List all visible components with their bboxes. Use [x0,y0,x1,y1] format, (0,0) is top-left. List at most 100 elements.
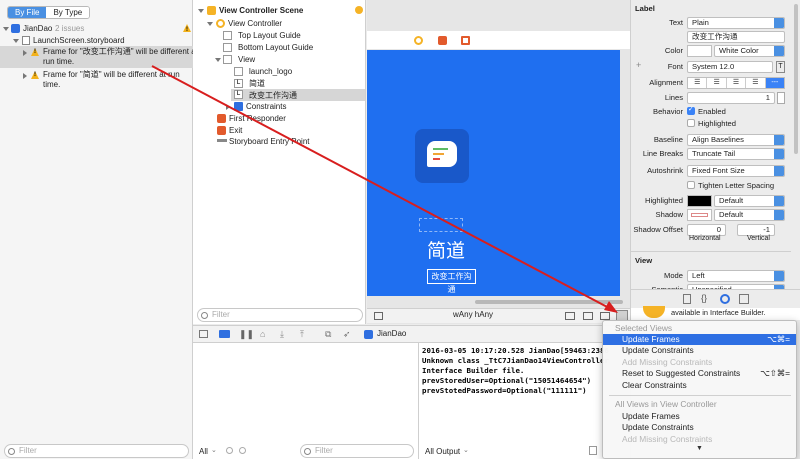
exit-icon[interactable] [461,36,470,45]
subtitle-label-selected[interactable]: 改变工作沟通 [427,269,476,294]
text-type-select[interactable]: Plain [687,17,785,29]
code-snippet-icon[interactable]: {} [701,293,707,303]
align-justify-icon[interactable]: ☰ [746,78,766,88]
disclosure-triangle-icon[interactable] [215,58,221,62]
menu-item-update-constraints[interactable]: Update Constraints [603,345,796,356]
alignment-segmented-control[interactable]: ☰ ☰ ☰ ☰ --- [687,77,785,89]
chat-bubble-icon [427,141,457,167]
enabled-checkbox[interactable] [687,105,695,115]
autoshrink-select[interactable]: Fixed Font Size [687,165,785,177]
menu-item-update-frames-all[interactable]: Update Frames [603,411,796,422]
disclosure-triangle-icon[interactable] [23,50,27,56]
disclosure-triangle-icon[interactable] [207,22,213,26]
step-out-icon[interactable]: ⤒ [300,329,304,340]
outline-toggle-icon[interactable] [374,312,383,320]
image-view-icon [234,67,243,76]
warning-icon [183,24,191,36]
disclosure-triangle-icon[interactable] [226,104,230,110]
pause-icon[interactable]: ❚❚ [239,329,254,340]
tighten-letter-spacing-checkbox[interactable] [687,181,695,189]
align-natural-icon[interactable]: --- [765,78,785,88]
highlighted-color-swatch[interactable] [687,195,712,207]
size-class-toggle[interactable]: wAny hAny [453,310,493,319]
horizontal-label: Horizontal [689,235,721,242]
info-icon[interactable] [239,447,246,454]
console-output[interactable]: 2016-03-05 10:17:20.528 JianDao[59463:23… [419,343,630,459]
trash-icon[interactable] [589,446,597,455]
color-swatch[interactable] [687,45,712,57]
outline-filter-input[interactable]: Filter [197,308,363,322]
font-picker-icon[interactable]: T [776,61,785,73]
view-controller-icon[interactable] [414,36,423,45]
storyboard-canvas[interactable]: 简道 改变工作沟通 wAny hAny [367,0,630,324]
file-template-icon[interactable] [683,294,691,304]
inspector-scrollbar[interactable] [794,4,798,154]
tab-by-file[interactable]: By File [8,7,47,18]
add-variation-icon[interactable]: + [636,60,641,70]
launch-screen-view[interactable]: 简道 改变工作沟通 [367,50,620,296]
outline-item-selected[interactable]: L 改变工作沟通 [231,89,365,101]
menu-item-update-constraints-all[interactable]: Update Constraints [603,422,796,433]
issue-item[interactable]: Frame for "改变工作沟通" will be different at … [0,46,198,68]
highlighted-checkbox[interactable] [687,119,695,127]
align-left-icon[interactable]: ☰ [688,78,708,88]
align-icon[interactable] [583,312,593,320]
disclosure-triangle-icon[interactable] [13,39,19,43]
text-content-field[interactable]: 改变工作沟通 [687,31,785,43]
scene-title: View Controller Scene [219,6,304,15]
filter-icon [201,312,208,319]
location-icon[interactable]: ➶ [343,329,351,340]
warning-dot-icon [355,6,363,14]
mode-select[interactable]: Left [687,270,785,282]
breakpoints-icon[interactable] [219,330,230,338]
lines-stepper[interactable] [777,92,785,104]
output-scope-select[interactable]: All Output [425,447,460,456]
media-library-icon[interactable] [739,294,749,304]
navigator-filter-input[interactable]: Filter [4,444,189,458]
step-over-icon[interactable]: ⌂ [260,329,265,339]
color-label: Color [664,46,683,55]
stack-icon[interactable] [565,312,575,320]
variables-scope-select[interactable]: All [199,447,208,456]
layout-guide-icon [223,43,232,52]
view-hierarchy-icon[interactable]: ⧉ [325,329,331,340]
menu-item-update-frames[interactable]: Update Frames ⌥⌘= [603,334,796,345]
lines-field[interactable]: 1 [687,92,775,104]
menu-item-reset-suggested-constraints[interactable]: Reset to Suggested Constraints ⌥⇧⌘= [603,368,796,379]
disclosure-triangle-icon[interactable] [198,9,204,13]
object-library-icon[interactable] [720,294,730,304]
launch-logo-image[interactable] [415,129,469,183]
scroll-down-indicator-icon[interactable]: ▼ [603,445,796,452]
disclosure-triangle-icon[interactable] [3,27,9,31]
autoshrink-label: Autoshrink [647,166,683,175]
baseline-select[interactable]: Align Baselines [687,134,785,146]
color-select[interactable]: White Color [714,45,785,57]
title-label[interactable]: 简道 [427,240,465,262]
shadow-color-swatch[interactable] [687,209,712,221]
file-row[interactable]: LaunchScreen.storyboard [0,35,193,46]
variables-filter-input[interactable]: Filter [300,444,414,458]
line-breaks-select[interactable]: Truncate Tail [687,148,785,160]
shadow-color-select[interactable]: Default [714,209,785,221]
step-in-icon[interactable]: ⤓ [280,329,284,340]
horizontal-scrollbar[interactable] [475,300,623,304]
shadow-label: Shadow [655,210,683,219]
hide-debug-icon[interactable] [199,330,208,338]
project-row[interactable]: JianDao 2 issues [0,23,193,36]
menu-item-clear-constraints[interactable]: Clear Constraints [603,380,796,391]
pin-icon[interactable] [600,312,610,320]
lines-label: Lines [664,93,683,102]
issue-item[interactable]: Frame for "简道" will be different at run … [0,69,193,91]
align-right-icon[interactable]: ☰ [727,78,747,88]
tab-by-type[interactable]: By Type [46,7,90,18]
console-line: prevStoredUser=Optional("15051464654") [422,376,592,385]
highlighted-color-select[interactable]: Default [714,195,785,207]
disclosure-triangle-icon[interactable] [23,73,27,79]
eye-icon[interactable] [226,447,233,454]
first-responder-icon[interactable] [438,36,447,45]
text-type-label: Text [669,18,683,27]
debug-toolbar: ❚❚ ⌂ ⤓ ⤒ ⧉ ➶ JianDao [193,325,630,343]
font-field[interactable]: System 12.0 [687,61,773,73]
align-center-icon[interactable]: ☰ [707,78,727,88]
line-breaks-label: Line Breaks [642,149,683,158]
